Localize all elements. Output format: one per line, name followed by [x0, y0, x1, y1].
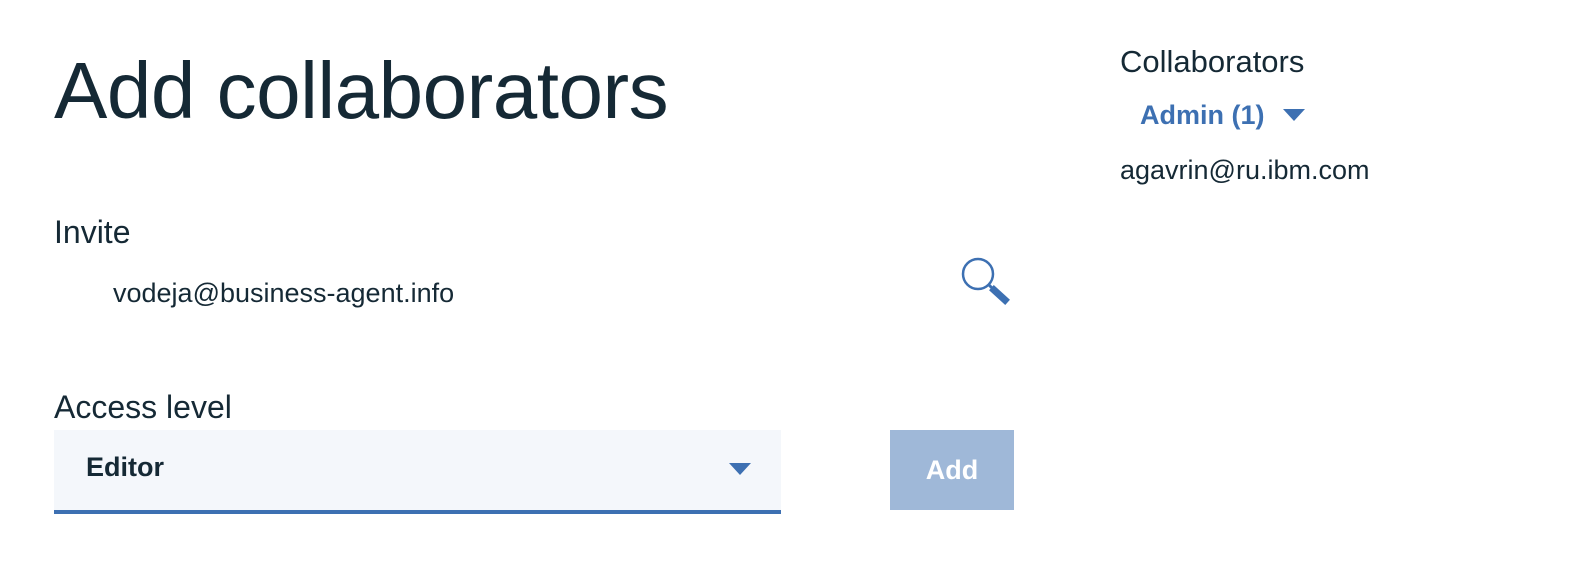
- page-title: Add collaborators: [54, 46, 669, 135]
- collaborators-title: Collaborators: [1120, 44, 1305, 79]
- chevron-down-icon: [1282, 109, 1305, 121]
- collaborator-email: agavrin@ru.ibm.com: [1120, 155, 1370, 185]
- access-level-value: Editor: [86, 452, 164, 482]
- add-button[interactable]: Add: [890, 430, 1014, 510]
- role-filter-label: Admin (1): [1140, 99, 1265, 130]
- invite-label: Invite: [54, 214, 131, 250]
- collaborators-role-filter[interactable]: Admin (1): [1140, 97, 1305, 133]
- search-icon[interactable]: [958, 255, 1014, 307]
- access-level-select[interactable]: Editor: [54, 430, 781, 514]
- access-level-label: Access level: [54, 389, 232, 425]
- add-collaborators-page: Add collaborators Invite Access level Ed…: [0, 0, 1576, 574]
- chevron-down-icon: [729, 463, 751, 475]
- invite-input[interactable]: [54, 262, 1016, 324]
